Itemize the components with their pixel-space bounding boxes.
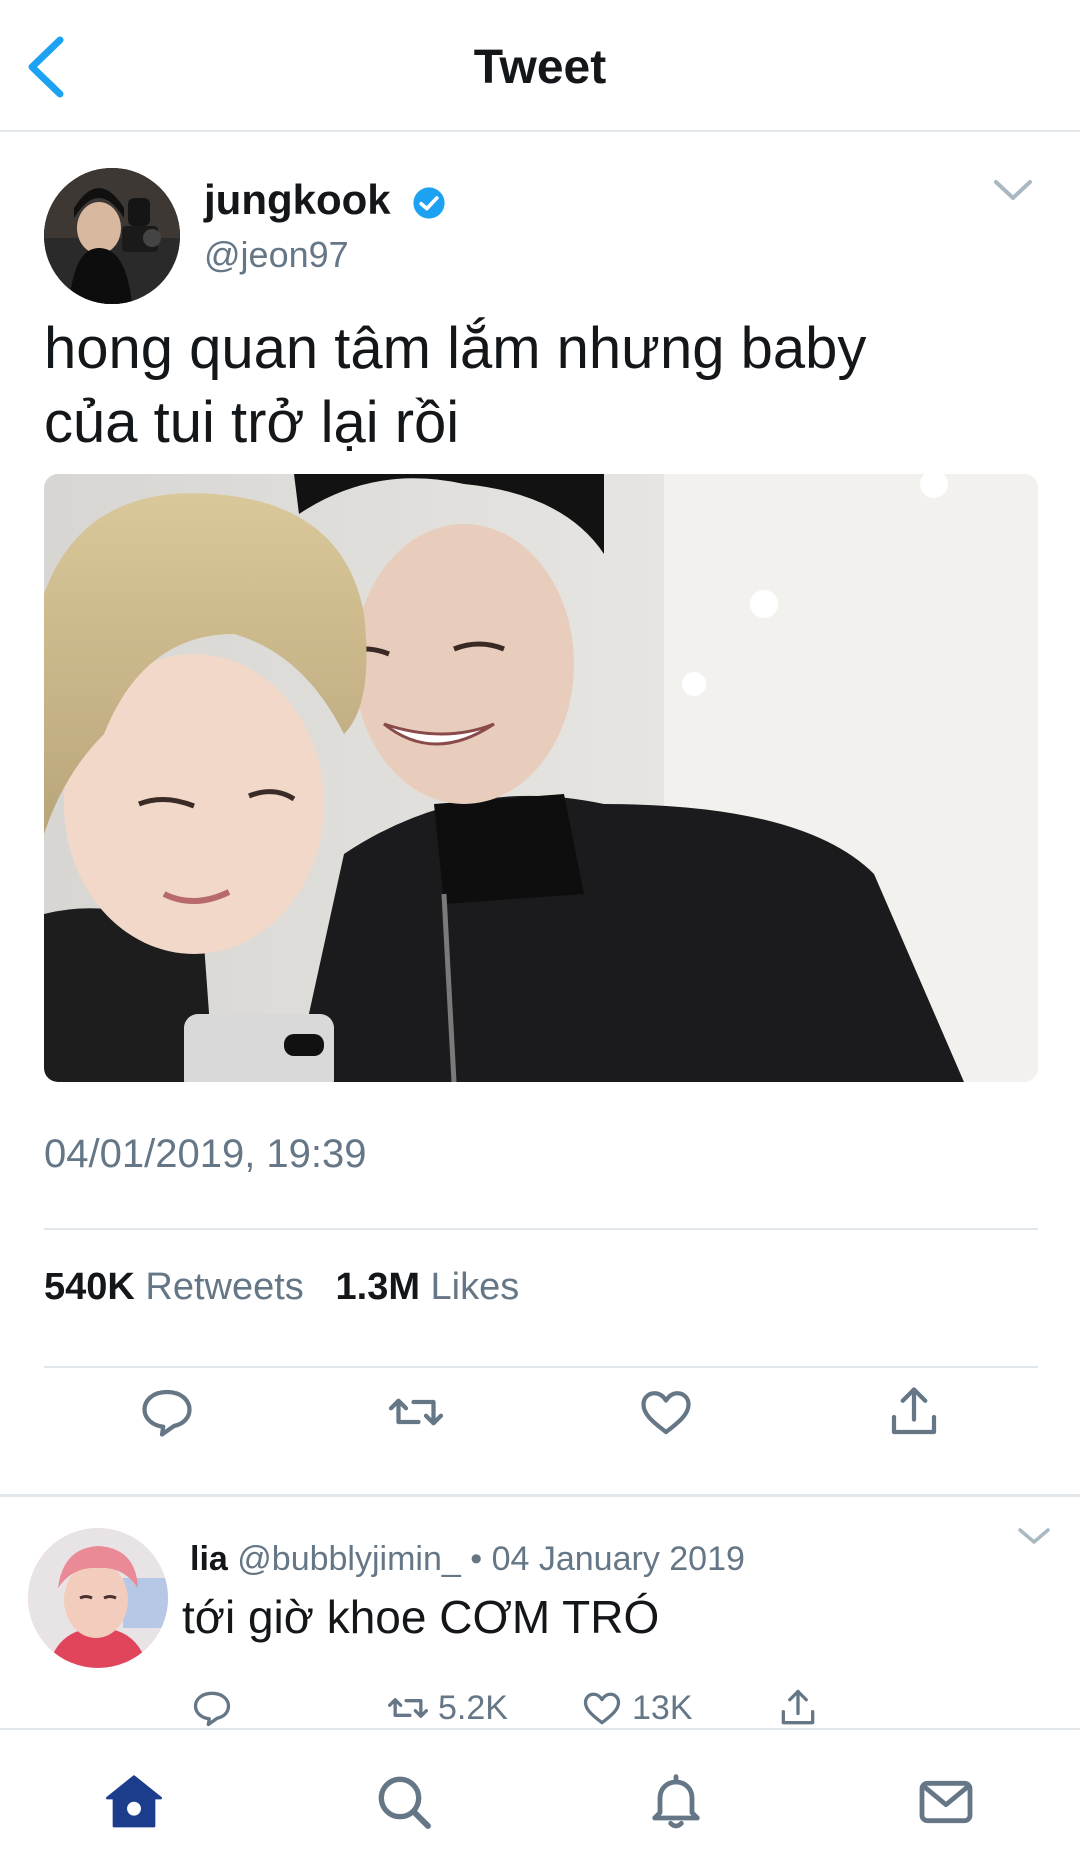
reply-like-button[interactable]: 13K <box>580 1686 693 1730</box>
search-icon <box>378 1776 431 1829</box>
photo-image <box>44 474 1038 1082</box>
like-button[interactable] <box>636 1382 696 1442</box>
tab-search[interactable] <box>372 1770 436 1834</box>
verified-badge-icon <box>413 187 445 219</box>
reply-avatar-photo <box>28 1528 168 1668</box>
retweets-stat[interactable]: 540K Retweets <box>44 1266 304 1308</box>
chevron-down-icon <box>994 180 1032 200</box>
reply-avatar[interactable] <box>28 1528 168 1668</box>
reply-like-count: 13K <box>632 1688 693 1727</box>
likes-count: 1.3M <box>335 1266 420 1308</box>
retweet-button[interactable] <box>386 1382 446 1442</box>
retweet-icon <box>388 1398 444 1426</box>
tweet-text: hong quan tâm lắm nhưng baby của tui trở… <box>44 312 1034 460</box>
reply-retweet-button[interactable]: 5.2K <box>386 1686 508 1730</box>
chevron-down-icon <box>1018 1528 1050 1544</box>
home-icon <box>106 1775 162 1828</box>
reply-options-button[interactable] <box>1014 1520 1054 1550</box>
top-bar: Tweet <box>0 0 1080 132</box>
page-title: Tweet <box>473 41 607 94</box>
tweet-text-line: hong quan tâm lắm nhưng baby <box>44 316 867 381</box>
share-button[interactable] <box>884 1382 944 1442</box>
divider <box>44 1366 1038 1368</box>
author-handle[interactable]: @jeon97 <box>204 234 349 276</box>
share-icon <box>781 1689 815 1725</box>
like-icon <box>583 1692 621 1725</box>
tweet-stats: 540K Retweets 1.3M Likes <box>44 1266 519 1309</box>
reply-separator: • <box>470 1540 483 1578</box>
reply-author-handle[interactable]: @bubblyjimin_ <box>237 1540 461 1578</box>
reply-button[interactable] <box>137 1382 197 1442</box>
reply-share-button[interactable] <box>776 1686 828 1730</box>
tweet-text-line: của tui trở lại rồi <box>44 390 460 455</box>
author-name[interactable]: jungkook <box>204 176 446 224</box>
share-icon <box>891 1387 937 1435</box>
retweets-label: Retweets <box>145 1266 304 1308</box>
author-avatar[interactable] <box>44 168 180 304</box>
author-name-text: jungkook <box>204 176 391 223</box>
tab-messages[interactable] <box>914 1770 978 1834</box>
reply-author-name[interactable]: lia <box>190 1540 228 1578</box>
section-separator <box>0 1494 1080 1497</box>
tweet-photo[interactable] <box>44 474 1038 1082</box>
bottom-tab-bar <box>0 1728 1080 1868</box>
retweets-count: 540K <box>44 1266 135 1308</box>
tab-notifications[interactable] <box>644 1770 708 1834</box>
reply-icon <box>193 1691 231 1727</box>
reply-header: lia @bubblyjimin_ • 04 January 2019 <box>190 1540 745 1579</box>
reply-text: tới giờ khoe CƠM TRÓ <box>182 1591 660 1643</box>
divider <box>44 1228 1038 1230</box>
retweet-icon <box>388 1698 428 1718</box>
likes-stat[interactable]: 1.3M Likes <box>336 1266 520 1308</box>
notifications-icon <box>652 1774 700 1829</box>
tweet-options-button[interactable] <box>988 170 1038 210</box>
tweet-timestamp: 04/01/2019, 19:39 <box>44 1132 367 1176</box>
reply-date: 04 January 2019 <box>491 1540 745 1578</box>
reply-icon <box>142 1389 192 1437</box>
messages-icon <box>919 1780 973 1824</box>
like-icon <box>641 1391 691 1435</box>
tab-home[interactable] <box>102 1770 166 1834</box>
reply-retweet-count: 5.2K <box>438 1688 508 1727</box>
reply-reply-button[interactable] <box>190 1686 242 1730</box>
avatar-photo <box>44 168 180 304</box>
likes-label: Likes <box>430 1266 520 1308</box>
